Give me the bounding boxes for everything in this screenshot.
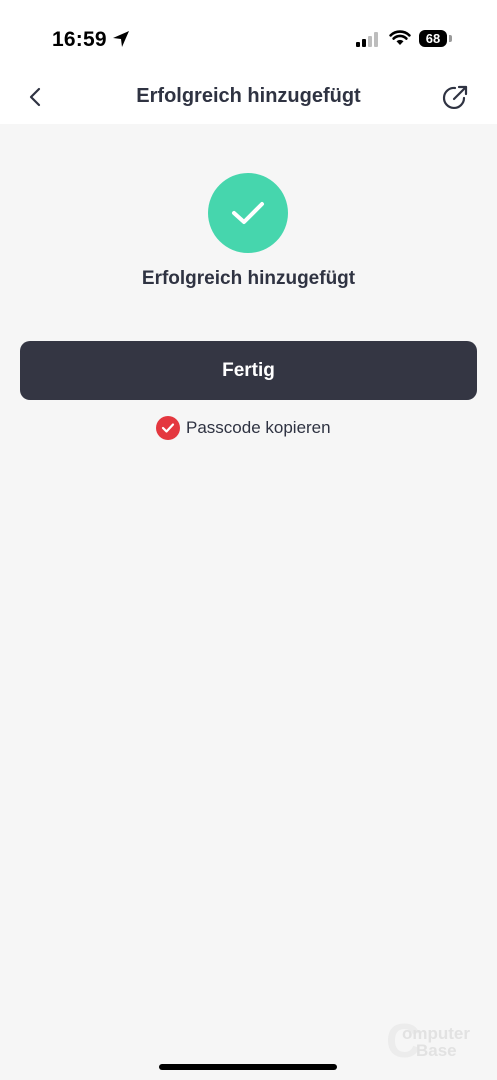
share-external-icon[interactable] xyxy=(442,84,469,111)
battery-cap xyxy=(449,35,452,42)
status-time: 16:59 xyxy=(52,28,107,51)
checkmark-icon xyxy=(161,422,175,433)
page-title: Erfolgreich hinzugefügt xyxy=(136,85,361,107)
wifi-icon xyxy=(389,30,411,45)
copy-passcode-label[interactable]: Passcode kopieren xyxy=(186,418,331,438)
checkbox-checked-icon[interactable] xyxy=(156,415,180,440)
top-bar: 16:59 68 Erfolgreich hinzugefügt xyxy=(0,0,497,124)
checkmark-icon xyxy=(232,202,264,224)
watermark-line1: omputer xyxy=(402,1024,470,1043)
watermark-line2: Base xyxy=(416,1041,457,1060)
copy-passcode-checkbox[interactable]: Passcode kopieren xyxy=(156,415,331,440)
battery-icon: 68 xyxy=(419,30,447,47)
done-button[interactable]: Fertig xyxy=(20,341,477,400)
checkmark-circle-icon xyxy=(208,173,288,253)
success-message: Erfolgreich hinzugefügt xyxy=(141,268,356,289)
watermark-logo: C omputer Base xyxy=(386,1018,486,1066)
home-indicator[interactable] xyxy=(159,1064,337,1070)
cellular-signal-icon xyxy=(356,32,378,47)
location-arrow-icon xyxy=(113,31,129,47)
